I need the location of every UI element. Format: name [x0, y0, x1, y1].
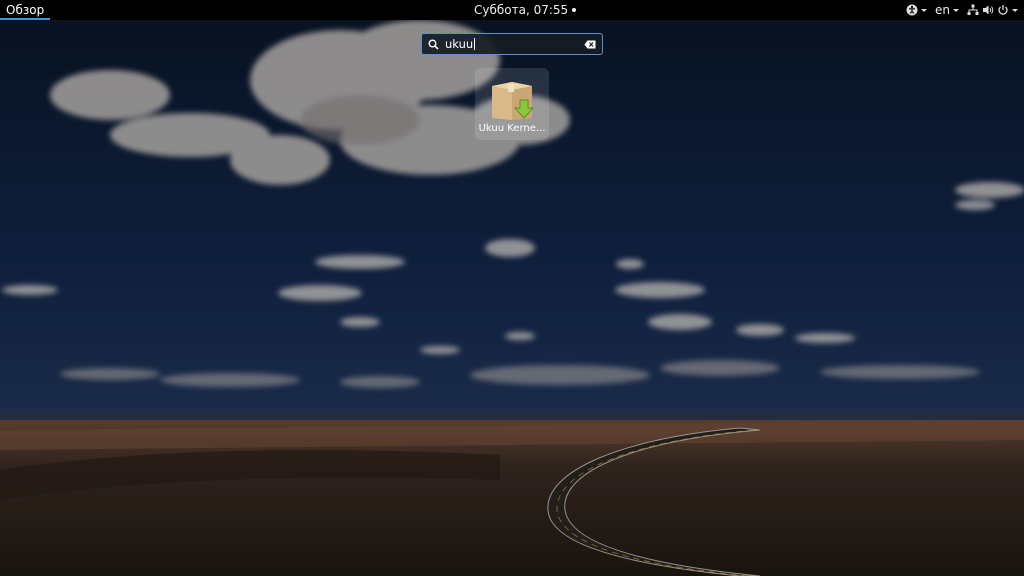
chevron-down-icon — [921, 8, 927, 12]
activities-label: Обзор — [6, 3, 45, 17]
accessibility-menu[interactable] — [906, 4, 927, 16]
top-bar: Обзор Суббота, 07:55 en — [0, 0, 1024, 20]
chevron-down-icon — [953, 8, 959, 12]
notification-dot-icon — [572, 8, 577, 12]
keyboard-layout-label: en — [935, 3, 950, 17]
accessibility-icon — [906, 4, 918, 16]
chevron-down-icon — [1012, 8, 1018, 12]
search-icon — [428, 35, 439, 54]
package-download-icon — [488, 78, 536, 122]
search-value: ukuu — [445, 37, 474, 51]
search-field[interactable]: ukuu — [445, 37, 584, 51]
keyboard-layout-menu[interactable]: en — [935, 0, 959, 20]
network-icon — [967, 4, 979, 16]
text-cursor — [474, 38, 476, 50]
clock-button[interactable]: Суббота, 07:55 — [474, 0, 577, 20]
power-icon — [997, 4, 1009, 16]
clock-label: Суббота, 07:55 — [474, 3, 569, 17]
search-result-app[interactable]: Ukuu Kerne... — [475, 68, 549, 140]
system-status-menu[interactable] — [967, 4, 1018, 16]
search-input[interactable]: ukuu — [421, 33, 603, 55]
app-name-label: Ukuu Kerne... — [478, 123, 546, 134]
clear-search-icon[interactable] — [584, 40, 596, 49]
volume-icon — [982, 4, 994, 16]
system-tray: en — [906, 0, 1018, 20]
activities-button[interactable]: Обзор — [0, 0, 51, 20]
